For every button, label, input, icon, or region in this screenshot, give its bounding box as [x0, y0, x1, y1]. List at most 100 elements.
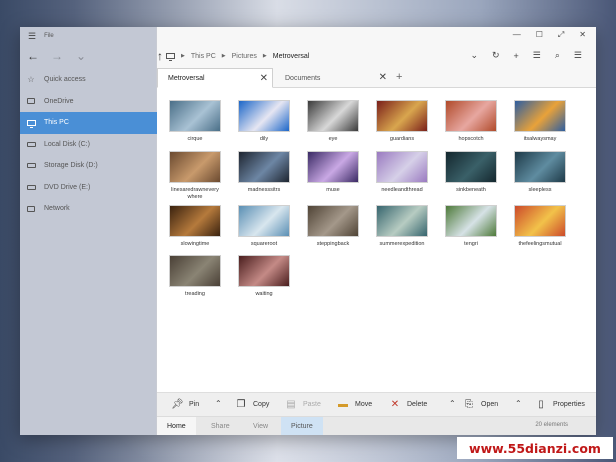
file-thumbnail[interactable]: steppingback [307, 205, 359, 248]
file-thumbnail[interactable]: treading [169, 255, 221, 298]
thumbnail-image [238, 151, 290, 183]
tab-metroversal[interactable]: Metroversal ✕ [157, 68, 273, 88]
paste-label: Paste [303, 401, 321, 408]
file-name: cirque [187, 136, 203, 142]
maximize-button[interactable]: ☐ [536, 30, 543, 40]
chevron-up-icon[interactable]: ⌃ [515, 399, 522, 408]
file-thumbnail[interactable]: tengri [445, 205, 497, 248]
tab-home[interactable]: Home [157, 417, 196, 435]
sidebar-item-label: This PC [44, 119, 69, 127]
file-name: squareroot [250, 241, 278, 247]
tab-label: Documents [285, 74, 321, 82]
close-button[interactable]: ✕ [579, 30, 586, 40]
file-thumbnail[interactable]: waiting [238, 255, 290, 298]
file-name: linesaredrawnevery where [171, 187, 219, 200]
file-thumbnail[interactable]: cirque [169, 100, 221, 143]
breadcrumb-this-pc[interactable]: This PC [191, 53, 216, 60]
new-item-icon[interactable]: + [514, 51, 519, 61]
delete-button[interactable]: ✕ Delete [389, 399, 427, 410]
file-thumbnail[interactable]: madnesssitrs [238, 151, 290, 194]
move-button[interactable]: ▬ Move [337, 399, 372, 410]
view-options-icon[interactable]: ☰ [533, 50, 541, 61]
file-thumbnail[interactable]: itsalwaysmay [514, 100, 566, 143]
search-icon[interactable]: ⌕ [555, 50, 560, 61]
cloud-icon [26, 97, 36, 106]
history-dropdown-icon[interactable]: ⌄ [74, 49, 88, 63]
breadcrumb-pictures[interactable]: Pictures [232, 53, 257, 60]
refresh-icon[interactable]: ↻ [492, 50, 500, 61]
sidebar-item-storage-disk[interactable]: Storage Disk (D:) [20, 155, 157, 177]
new-tab-icon[interactable]: + [396, 71, 402, 83]
tab-documents[interactable]: Documents ✕ [275, 68, 391, 88]
file-thumbnail[interactable]: needleandthread [376, 151, 428, 194]
file-thumbnail[interactable]: summerexpedition [376, 205, 428, 248]
sidebar-item-quick-access[interactable]: ☆ Quick access [20, 69, 157, 91]
file-thumbnail[interactable]: dily [238, 100, 290, 143]
tab-label: Metroversal [168, 74, 205, 82]
chevron-right-icon: ▶ [221, 53, 226, 59]
thumbnail-image [307, 205, 359, 237]
copy-label: Copy [253, 401, 270, 408]
open-button[interactable]: ⎘ Open [463, 399, 498, 410]
menu-icon[interactable]: ☰ [574, 50, 582, 61]
close-tab-icon[interactable]: ✕ [379, 72, 387, 83]
chevron-right-icon: ▶ [262, 53, 267, 59]
address-dropdown-icon[interactable]: ⌄ [470, 50, 478, 61]
properties-button[interactable]: ▯ Properties [535, 399, 585, 410]
tab-view[interactable]: View [243, 417, 278, 435]
sidebar-item-dvd-drive[interactable]: DVD Drive (E:) [20, 177, 157, 199]
sidebar-item-local-disk[interactable]: Local Disk (C:) [20, 134, 157, 156]
paste-button[interactable]: ▤ Paste [285, 399, 321, 410]
pin-icon: 📌︎ [171, 399, 184, 410]
file-thumbnail[interactable]: sleepless [514, 151, 566, 194]
breadcrumb-metroversal[interactable]: Metroversal [273, 53, 310, 60]
file-name: itsalwaysmay [523, 136, 557, 142]
file-thumbnail[interactable]: slowingtime [169, 205, 221, 248]
tab-picture[interactable]: Picture [281, 417, 323, 435]
navigation-buttons: ← → ⌄ [26, 49, 88, 63]
file-name: muse [326, 187, 340, 193]
chevron-up-icon[interactable]: ⌃ [215, 399, 222, 408]
file-name: eye [328, 136, 338, 142]
sidebar-item-network[interactable]: Network [20, 198, 157, 220]
file-thumbnail[interactable]: muse [307, 151, 359, 194]
disk-icon [26, 140, 36, 149]
close-tab-icon[interactable]: ✕ [260, 73, 268, 84]
file-name: summerexpedition [379, 241, 425, 247]
command-ribbon: 📌︎ Pin ⌃ ❐ Copy ▤ Paste ▬ Move ✕ Delete ⌃ ⎘ Op… [157, 392, 596, 416]
minimize-button[interactable]: — [513, 30, 521, 40]
pin-label: Pin [189, 401, 200, 408]
open-label: Open [481, 401, 499, 408]
forward-arrow-icon[interactable]: → [50, 49, 64, 63]
pin-button[interactable]: 📌︎ Pin [171, 399, 199, 410]
sidebar-item-onedrive[interactable]: OneDrive [20, 91, 157, 113]
hamburger-menu-icon[interactable]: ☰ [28, 31, 36, 42]
chevron-up-icon[interactable]: ⌃ [449, 399, 456, 408]
fullscreen-button[interactable]: ⤢ [558, 30, 564, 40]
sidebar-item-label: DVD Drive (E:) [44, 183, 91, 191]
open-icon: ⎘ [465, 399, 473, 410]
file-grid: cirque dily eye guardians hopscotch itsalways… [157, 88, 596, 392]
tab-share[interactable]: Share [201, 417, 240, 435]
network-icon [26, 204, 36, 213]
file-thumbnail[interactable]: thefeelingsmutual [514, 205, 566, 248]
file-name: waiting [255, 291, 273, 297]
delete-icon: ✕ [390, 399, 400, 410]
file-thumbnail[interactable]: eye [307, 100, 359, 143]
file-thumbnail[interactable]: sinkbeneath [445, 151, 497, 194]
sidebar-item-this-pc[interactable]: This PC [20, 112, 157, 134]
back-arrow-icon[interactable]: ← [26, 49, 40, 63]
sidebar: ☰ File ← → ⌄ ☆ Quick access OneDrive Thi… [20, 27, 157, 435]
file-name: guardians [389, 136, 415, 142]
file-thumbnail[interactable]: squareroot [238, 205, 290, 248]
copy-button[interactable]: ❐ Copy [235, 399, 270, 410]
properties-label: Properties [553, 401, 585, 408]
file-thumbnail[interactable]: guardians [376, 100, 428, 143]
move-label: Move [355, 401, 373, 408]
thumbnail-image [445, 151, 497, 183]
file-thumbnail[interactable]: linesaredrawnevery where [169, 151, 221, 201]
dvd-icon [26, 183, 36, 192]
thumbnail-image [514, 205, 566, 237]
file-thumbnail[interactable]: hopscotch [445, 100, 497, 143]
sidebar-item-label: Storage Disk (D:) [44, 162, 98, 170]
